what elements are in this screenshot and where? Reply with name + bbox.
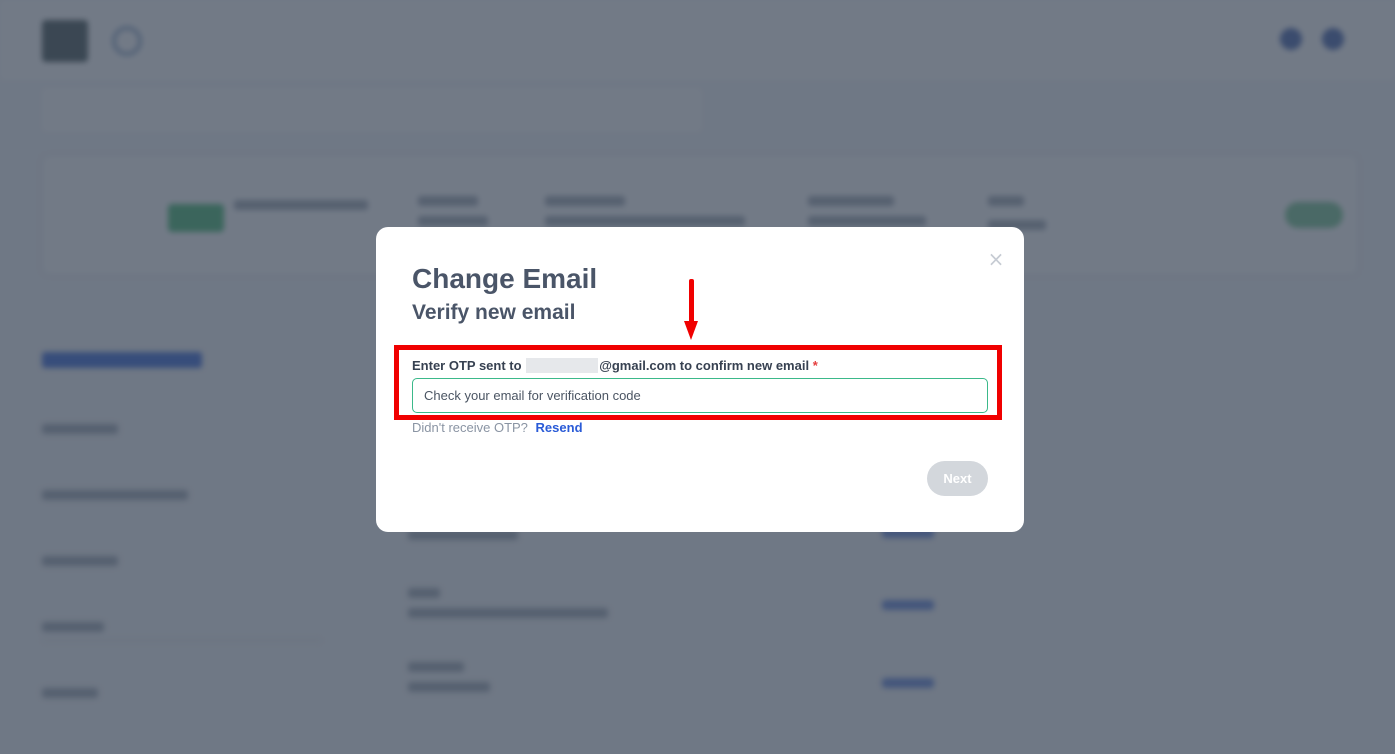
resend-link[interactable]: Resend: [536, 420, 583, 435]
modal-title: Change Email: [412, 263, 598, 294]
otp-input[interactable]: [412, 378, 988, 413]
otp-label-suffix: @gmail.com to confirm new email: [599, 358, 810, 373]
otp-label-prefix: Enter OTP sent to: [412, 358, 522, 373]
arrow-down-icon: [689, 279, 694, 323]
required-asterisk: *: [812, 358, 818, 373]
close-icon[interactable]: ×: [986, 249, 1006, 269]
resend-prompt: Didn't receive OTP?: [412, 420, 528, 435]
modal-subtitle: Verify new email: [412, 301, 576, 324]
change-email-modal: × Change Email Verify new email Enter OT…: [376, 227, 1024, 532]
arrow-head-icon: [684, 321, 698, 340]
redacted-email-username: [526, 358, 599, 373]
otp-field-label: Enter OTP sent to @gmail.com to confirm …: [412, 358, 818, 373]
next-button[interactable]: Next: [927, 461, 988, 496]
resend-row: Didn't receive OTP? Resend: [412, 420, 583, 435]
